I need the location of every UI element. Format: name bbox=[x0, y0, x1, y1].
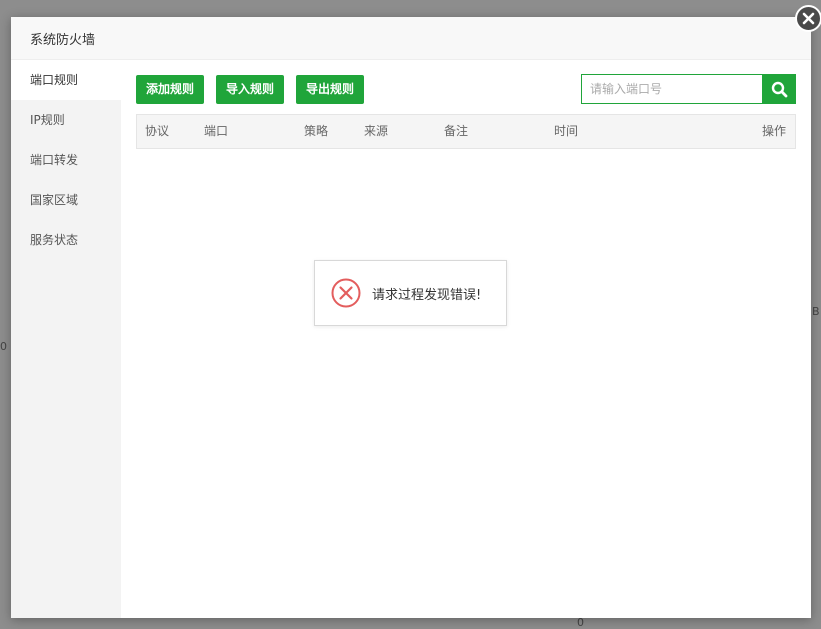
sidebar-item-label: 端口规则 bbox=[30, 73, 79, 87]
sidebar-item-port-forward[interactable]: 端口转发 bbox=[11, 140, 121, 180]
background-label: B bbox=[812, 305, 820, 318]
sidebar-item-label: 国家区域 bbox=[30, 193, 79, 207]
search-button[interactable] bbox=[762, 74, 796, 104]
sidebar-item-country-region[interactable]: 国家区域 bbox=[11, 180, 121, 220]
sidebar-item-port-rules[interactable]: 端口规则 bbox=[11, 60, 121, 100]
table-header: 协议 端口 策略 来源 备注 时间 操作 bbox=[136, 114, 796, 149]
sidebar-item-label: 端口转发 bbox=[30, 153, 79, 167]
modal-header: 系统防火墙 bbox=[11, 17, 811, 60]
error-toast: 请求过程发现错误! bbox=[314, 260, 507, 326]
sidebar-item-label: 服务状态 bbox=[30, 233, 79, 247]
firewall-modal: 系统防火墙 端口规则 IP规则 端口转发 国家区域 服务状态 添加规则 导入规则… bbox=[11, 17, 811, 618]
close-icon bbox=[802, 12, 815, 25]
port-search-input[interactable] bbox=[581, 74, 762, 104]
main-content: 添加规则 导入规则 导出规则 协议 端口 策略 来源 备注 时间 操作 bbox=[121, 60, 811, 618]
modal-title: 系统防火墙 bbox=[30, 32, 96, 48]
column-header-protocol: 协议 bbox=[145, 124, 170, 138]
search-icon bbox=[771, 81, 787, 97]
export-rules-button[interactable]: 导出规则 bbox=[296, 75, 365, 104]
sidebar: 端口规则 IP规则 端口转发 国家区域 服务状态 bbox=[11, 60, 121, 618]
column-header-actions: 操作 bbox=[761, 124, 786, 138]
column-header-time: 时间 bbox=[554, 124, 579, 138]
column-header-port: 端口 bbox=[204, 124, 229, 138]
toolbar: 添加规则 导入规则 导出规则 bbox=[136, 75, 365, 104]
column-header-remark: 备注 bbox=[444, 124, 469, 138]
import-rules-button[interactable]: 导入规则 bbox=[216, 75, 285, 104]
column-header-policy: 策略 bbox=[304, 124, 329, 138]
sidebar-item-label: IP规则 bbox=[30, 113, 65, 127]
column-header-source: 来源 bbox=[364, 124, 389, 138]
error-circle-icon bbox=[331, 278, 361, 308]
add-rule-button[interactable]: 添加规则 bbox=[136, 75, 205, 104]
background-label: 0 bbox=[0, 340, 7, 353]
error-message: 请求过程发现错误! bbox=[372, 287, 482, 303]
close-button[interactable] bbox=[795, 5, 821, 32]
port-search bbox=[581, 74, 796, 104]
sidebar-item-ip-rules[interactable]: IP规则 bbox=[11, 100, 121, 140]
sidebar-item-service-status[interactable]: 服务状态 bbox=[11, 220, 121, 260]
